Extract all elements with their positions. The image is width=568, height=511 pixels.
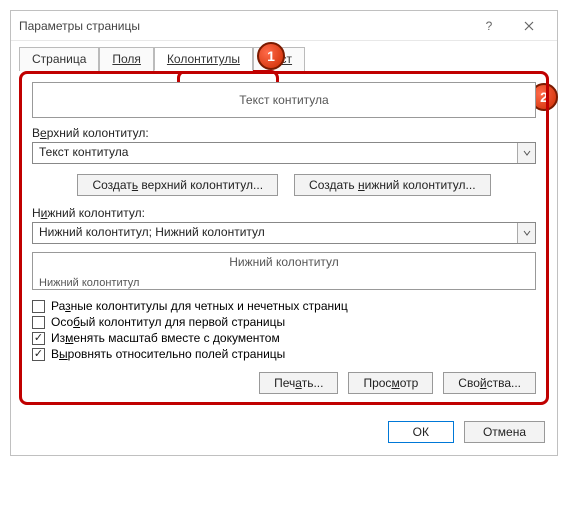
chevron-down-icon (523, 229, 531, 237)
top-header-value: Текст контитула (33, 143, 517, 163)
tab-fields[interactable]: Поля (99, 47, 154, 71)
chevron-down-icon (523, 149, 531, 157)
cancel-button[interactable]: Отмена (464, 421, 545, 443)
print-button[interactable]: Печать... (259, 372, 338, 394)
tab-headers[interactable]: Колонтитулы (154, 47, 253, 71)
checkbox-align[interactable]: Выровнять относительно полей страницы (32, 346, 536, 362)
dropdown-button[interactable] (517, 143, 535, 163)
annotation-badge-1: 1 (257, 42, 285, 70)
checkbox-diff-odd-even[interactable]: Разные колонтитулы для четных и нечетных… (32, 298, 536, 314)
create-bottom-header-button[interactable]: Создать нижний колонтитул... (294, 174, 490, 196)
preview-button[interactable]: Просмотр (348, 372, 433, 394)
panel-button-row: Печать... Просмотр Свойства... (32, 372, 536, 394)
footer-preview: Нижний колонтитул Нижний колонтитул (32, 252, 536, 290)
ok-button[interactable]: ОК (388, 421, 454, 443)
checkbox-diff-first[interactable]: Особый колонтитул для первой страницы (32, 314, 536, 330)
page-setup-dialog: Параметры страницы ? Страница Поля Колон… (10, 10, 558, 456)
close-icon (524, 21, 534, 31)
dropdown-button[interactable] (517, 223, 535, 243)
create-top-header-button[interactable]: Создать верхний колонтитул... (77, 174, 278, 196)
checkbox-icon (32, 300, 45, 313)
properties-button[interactable]: Свойства... (443, 372, 536, 394)
titlebar: Параметры страницы ? (11, 11, 557, 41)
header-preview: Текст контитула (32, 82, 536, 118)
top-header-label: Верхний колонтитул: (32, 126, 536, 140)
tab-page[interactable]: Страница (19, 47, 99, 71)
checkbox-group: Разные колонтитулы для четных и нечетных… (32, 298, 536, 362)
checkbox-icon (32, 348, 45, 361)
checkbox-icon (32, 332, 45, 345)
help-button[interactable]: ? (469, 12, 509, 40)
dialog-button-row: ОК Отмена (11, 413, 557, 455)
close-button[interactable] (509, 12, 549, 40)
tab-panel-headers: Текст контитула Верхний колонтитул: Текс… (19, 71, 549, 405)
top-header-dropdown[interactable]: Текст контитула (32, 142, 536, 164)
bottom-header-dropdown[interactable]: Нижний колонтитул; Нижний колонтитул (32, 222, 536, 244)
bottom-header-value: Нижний колонтитул; Нижний колонтитул (33, 223, 517, 243)
create-buttons-row: Создать верхний колонтитул... Создать ни… (32, 174, 536, 196)
checkbox-scale[interactable]: Изменять масштаб вместе с документом (32, 330, 536, 346)
checkbox-icon (32, 316, 45, 329)
bottom-header-label: Нижний колонтитул: (32, 206, 536, 220)
dialog-title: Параметры страницы (19, 19, 469, 33)
